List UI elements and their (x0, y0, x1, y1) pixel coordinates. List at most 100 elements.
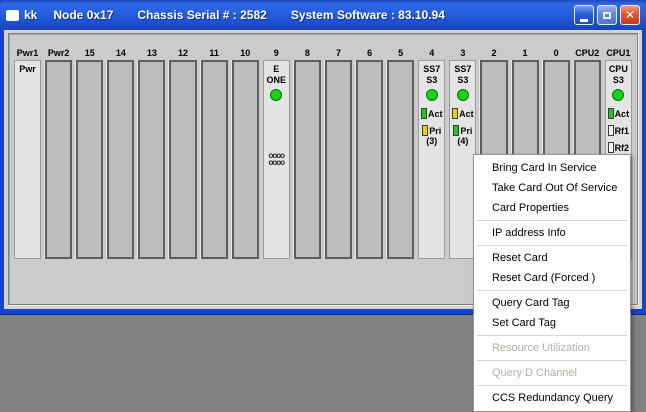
slot-label: 10 (232, 47, 259, 60)
indicator-row-rf2: Rf2 (608, 142, 630, 153)
indicator-row-act: Act (421, 108, 443, 119)
slot-11: 11 (201, 47, 228, 259)
indicator-label: Rf2 (615, 143, 630, 153)
card-note: (3) (426, 136, 437, 146)
menu-item-reset-card-forced[interactable]: Reset Card (Forced ) (475, 268, 629, 288)
slot-label: 4 (418, 47, 445, 60)
card-12[interactable] (169, 60, 196, 259)
card-10[interactable] (232, 60, 259, 259)
card-text-line: Pwr (19, 64, 36, 75)
indicator-row-rf1: Rf1 (608, 125, 630, 136)
indicator-label: Pri (460, 126, 472, 136)
card-text-line: S3 (613, 75, 624, 86)
menu-separator (477, 290, 627, 291)
indicator-yellow-icon (422, 125, 428, 136)
context-menu: Bring Card In ServiceTake Card Out Of Se… (473, 154, 631, 412)
coil-ports-icon: oooooooo (269, 152, 285, 166)
card-14[interactable] (107, 60, 134, 259)
menu-item-card-properties[interactable]: Card Properties (475, 198, 629, 218)
card-4[interactable]: SS7S3 Act Pri(3) (418, 60, 445, 259)
menu-item-bring-card-in-service[interactable]: Bring Card In Service (475, 158, 629, 178)
slot-label: 8 (294, 47, 321, 60)
card-text-line: S3 (426, 75, 437, 86)
minimize-button[interactable] (574, 5, 594, 25)
slot-12: 12 (169, 47, 196, 259)
close-icon: ✕ (625, 8, 635, 22)
app-icon[interactable] (6, 10, 19, 21)
maximize-button[interactable] (597, 5, 617, 25)
card-11[interactable] (201, 60, 228, 259)
indicator-row-pri: Pri (422, 125, 441, 136)
indicator-row-act: Act (452, 108, 474, 119)
card-6[interactable] (356, 60, 383, 259)
menu-item-set-card-tag[interactable]: Set Card Tag (475, 313, 629, 333)
indicator-white-icon (608, 125, 614, 136)
close-button[interactable]: ✕ (620, 5, 640, 25)
slot-label: 15 (76, 47, 103, 60)
card-pwr2[interactable] (45, 60, 72, 259)
slot-label: 14 (107, 47, 134, 60)
indicator-label: Act (428, 109, 443, 119)
slot-5: 5 (387, 47, 414, 259)
indicator-label: Act (459, 109, 474, 119)
slot-label: 5 (387, 47, 414, 60)
slot-pwr2: Pwr2 (45, 47, 72, 259)
slot-15: 15 (76, 47, 103, 259)
indicator-label: Act (615, 109, 630, 119)
card-7[interactable] (325, 60, 352, 259)
card-9[interactable]: EONEoooooooo (263, 60, 290, 259)
menu-item-take-card-out-of-service[interactable]: Take Card Out Of Service (475, 178, 629, 198)
menu-item-query-card-tag[interactable]: Query Card Tag (475, 293, 629, 313)
slot-label: 2 (480, 47, 507, 60)
status-led-green (270, 89, 282, 101)
indicator-green-icon (453, 125, 459, 136)
card-text-line: E (273, 64, 279, 75)
slot-label: 7 (325, 47, 352, 60)
card-note: (4) (457, 136, 468, 146)
slot-label: 6 (356, 47, 383, 60)
indicator-yellow-icon (452, 108, 458, 119)
indicator-row-pri: Pri (453, 125, 472, 136)
slot-7: 7 (325, 47, 352, 259)
menu-item-ip-address-info[interactable]: IP address Info (475, 223, 629, 243)
slot-label: 13 (138, 47, 165, 60)
slot-6: 6 (356, 47, 383, 259)
slot-label: CPU1 (605, 47, 632, 60)
card-8[interactable] (294, 60, 321, 259)
slot-pwr1: Pwr1 Pwr (14, 47, 41, 259)
status-led-green (426, 89, 438, 101)
status-led-green (612, 89, 624, 101)
title-bar[interactable]: kk Node 0x17 Chassis Serial # : 2582 Sys… (0, 0, 646, 30)
card-text-line: CPU (609, 64, 628, 75)
minimize-icon (580, 19, 588, 22)
slot-4: 4 SS7S3 Act Pri(3) (418, 47, 445, 259)
slot-label: 3 (449, 47, 476, 60)
card-text-line: SS7 (454, 64, 471, 75)
indicator-row-act: Act (608, 108, 630, 119)
slot-label: Pwr1 (14, 47, 41, 60)
status-led-green (457, 89, 469, 101)
indicator-green-icon (608, 108, 614, 119)
indicator-white-icon (608, 142, 614, 153)
window-title-app: kk (24, 8, 37, 22)
window-title-software: System Software : 83.10.94 (291, 8, 445, 22)
slot-label: 0 (543, 47, 570, 60)
slot-9: 9EONEoooooooo (263, 47, 290, 259)
card-13[interactable] (138, 60, 165, 259)
maximize-icon (603, 12, 611, 19)
card-15[interactable] (76, 60, 103, 259)
card-pwr1[interactable]: Pwr (14, 60, 41, 259)
slot-8: 8 (294, 47, 321, 259)
card-text-line: SS7 (423, 64, 440, 75)
indicator-green-icon (421, 108, 427, 119)
slot-label: 9 (263, 47, 290, 60)
card-5[interactable] (387, 60, 414, 259)
slot-label: Pwr2 (45, 47, 72, 60)
menu-item-ccs-redundancy-query[interactable]: CCS Redundancy Query (475, 388, 629, 408)
menu-separator (477, 385, 627, 386)
menu-separator (477, 335, 627, 336)
window-title-serial: Chassis Serial # : 2582 (137, 8, 266, 22)
menu-item-reset-card[interactable]: Reset Card (475, 248, 629, 268)
slot-10: 10 (232, 47, 259, 259)
indicator-label: Rf1 (615, 126, 630, 136)
